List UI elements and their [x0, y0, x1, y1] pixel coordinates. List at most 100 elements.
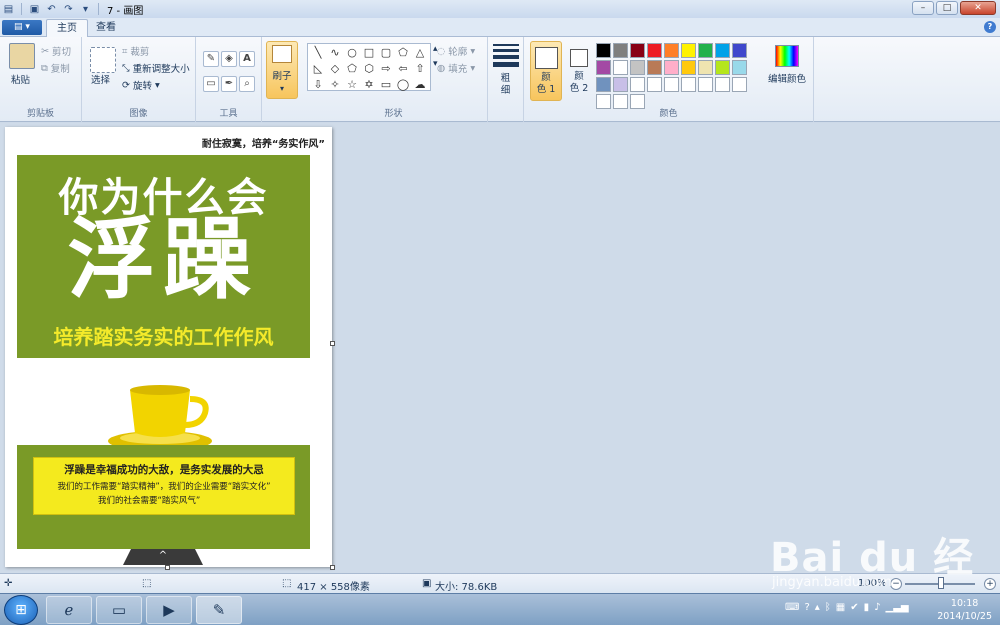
security-icon[interactable]: ✔ — [850, 602, 858, 613]
palette-swatch[interactable] — [698, 43, 713, 58]
tab-view[interactable]: 查看 — [86, 19, 126, 37]
palette-swatch[interactable] — [664, 77, 679, 92]
file-menu-button[interactable]: ▤ ▾ — [2, 20, 42, 35]
palette-swatch[interactable] — [630, 43, 645, 58]
size-button[interactable]: 粗 细 — [488, 73, 523, 97]
rectangle-shape-icon[interactable]: □ — [361, 45, 377, 60]
palette-swatch[interactable] — [596, 94, 611, 109]
resize-handle-corner[interactable] — [330, 565, 335, 570]
resize-handle-right[interactable] — [330, 341, 335, 346]
media-player-icon[interactable]: ▶ — [146, 596, 192, 624]
volume-icon[interactable]: ♪ — [874, 602, 880, 613]
save-icon[interactable]: ▣ — [28, 3, 41, 16]
resize-handle-bottom[interactable] — [165, 565, 170, 570]
palette-swatch[interactable] — [630, 60, 645, 75]
pencil-icon[interactable]: ✎ — [203, 51, 219, 67]
palette-swatch[interactable] — [732, 60, 747, 75]
eraser-icon[interactable]: ▭ — [203, 76, 219, 92]
curve-shape-icon[interactable]: ∿ — [327, 45, 343, 60]
canvas-area[interactable]: 耐住寂寞，培养“务实作风” 你为什么会 浮躁 培养踏实务实的工作作风 浮躁是幸福… — [0, 123, 1000, 573]
rotate-button[interactable]: ⟳ 旋转 ▾ — [122, 78, 160, 93]
palette-swatch[interactable] — [732, 43, 747, 58]
right-triangle-shape-icon[interactable]: ◺ — [310, 61, 326, 76]
palette-swatch[interactable] — [732, 77, 747, 92]
pentagon-shape-icon[interactable]: ⬠ — [344, 61, 360, 76]
rounded-rectangle-shape-icon[interactable]: ▢ — [378, 45, 394, 60]
up-arrow-shape-icon[interactable]: ⇧ — [412, 61, 428, 76]
start-button[interactable]: ⊞ — [4, 595, 38, 625]
palette-swatch[interactable] — [664, 60, 679, 75]
palette-swatch[interactable] — [698, 77, 713, 92]
help-icon[interactable]: ? — [984, 21, 996, 33]
brush-button[interactable]: 刷子 ▾ — [266, 41, 298, 99]
triangle-shape-icon[interactable]: △ — [412, 45, 428, 60]
bluetooth-icon[interactable]: ᛒ — [825, 602, 831, 613]
file-explorer-icon[interactable]: ▭ — [96, 596, 142, 624]
copy-button[interactable]: ⧉ 复制 — [41, 61, 70, 76]
redo-icon[interactable]: ↷ — [62, 3, 75, 16]
palette-swatch[interactable] — [630, 94, 645, 109]
resize-button[interactable]: ⤡ 重新调整大小 — [122, 61, 190, 76]
palette-swatch[interactable] — [715, 43, 730, 58]
paste-icon[interactable] — [9, 43, 35, 69]
palette-swatch[interactable] — [647, 60, 662, 75]
color-picker-icon[interactable]: ✒ — [221, 76, 237, 92]
paste-button[interactable]: 粘贴 — [11, 72, 30, 86]
palette-swatch[interactable] — [596, 43, 611, 58]
internet-explorer-icon[interactable]: ℯ — [46, 596, 92, 624]
palette-swatch[interactable] — [715, 77, 730, 92]
palette-swatch[interactable] — [715, 60, 730, 75]
size-lines-icon[interactable] — [493, 44, 519, 67]
fill-button[interactable]: ◍ 填充 ▾ — [437, 61, 475, 76]
palette-swatch[interactable] — [630, 77, 645, 92]
palette-swatch[interactable] — [613, 43, 628, 58]
palette-swatch[interactable] — [613, 94, 628, 109]
paint-app-icon[interactable]: ▤ — [2, 3, 15, 16]
palette-swatch[interactable] — [681, 43, 696, 58]
minimize-button[interactable]: – — [912, 1, 934, 15]
show-hidden-icons[interactable]: ▴ — [815, 602, 820, 613]
callout-rect-icon[interactable]: ▭ — [378, 77, 394, 92]
line-shape-icon[interactable]: ╲ — [310, 45, 326, 60]
palette-swatch[interactable] — [681, 77, 696, 92]
tab-home[interactable]: 主页 — [46, 19, 88, 37]
palette-swatch[interactable] — [647, 43, 662, 58]
taskbar-clock[interactable]: 10:18 2014/10/25 — [937, 597, 992, 623]
fill-bucket-icon[interactable]: ◈ — [221, 51, 237, 67]
edit-colors-button[interactable]: 编辑颜色 — [768, 71, 806, 85]
keyboard-icon[interactable]: ⌨ — [785, 602, 799, 613]
page-up-tab[interactable]: ^ — [123, 549, 203, 565]
callout-cloud-icon[interactable]: ☁ — [412, 77, 428, 92]
six-point-star-icon[interactable]: ✡ — [361, 77, 377, 92]
diamond-shape-icon[interactable]: ◇ — [327, 61, 343, 76]
select-button[interactable]: 选择 — [91, 72, 110, 86]
magnifier-icon[interactable]: ⌕ — [239, 76, 255, 92]
palette-swatch[interactable] — [613, 60, 628, 75]
left-arrow-shape-icon[interactable]: ⇦ — [395, 61, 411, 76]
close-button[interactable]: ✕ — [960, 1, 996, 15]
palette-swatch[interactable] — [647, 77, 662, 92]
polygon-shape-icon[interactable]: ⬠ — [395, 45, 411, 60]
five-point-star-icon[interactable]: ☆ — [344, 77, 360, 92]
edit-colors-icon[interactable] — [775, 45, 799, 67]
image-canvas[interactable]: 耐住寂寞，培养“务实作风” 你为什么会 浮躁 培养踏实务实的工作作风 浮躁是幸福… — [5, 127, 332, 567]
oval-shape-icon[interactable]: ○ — [344, 45, 360, 60]
undo-icon[interactable]: ↶ — [45, 3, 58, 16]
paint-taskbar-icon[interactable]: ✎ — [196, 596, 242, 624]
down-arrow-shape-icon[interactable]: ⇩ — [310, 77, 326, 92]
four-point-star-icon[interactable]: ✧ — [327, 77, 343, 92]
text-icon[interactable]: A — [239, 51, 255, 67]
outline-button[interactable]: ◌ 轮廓 ▾ — [437, 44, 475, 59]
palette-swatch[interactable] — [613, 77, 628, 92]
color2-button[interactable]: 颜 色 2 — [563, 41, 595, 101]
palette-swatch[interactable] — [698, 60, 713, 75]
palette-swatch[interactable] — [664, 43, 679, 58]
palette-swatch[interactable] — [596, 77, 611, 92]
right-arrow-shape-icon[interactable]: ⇨ — [378, 61, 394, 76]
signal-icon[interactable]: ▁▃▅ — [886, 602, 909, 613]
network-icon[interactable]: ▦ — [836, 602, 845, 613]
callout-oval-icon[interactable]: ◯ — [395, 77, 411, 92]
crop-button[interactable]: ⌗ 裁剪 — [122, 44, 149, 59]
hexagon-shape-icon[interactable]: ⬡ — [361, 61, 377, 76]
select-icon[interactable] — [90, 47, 116, 73]
